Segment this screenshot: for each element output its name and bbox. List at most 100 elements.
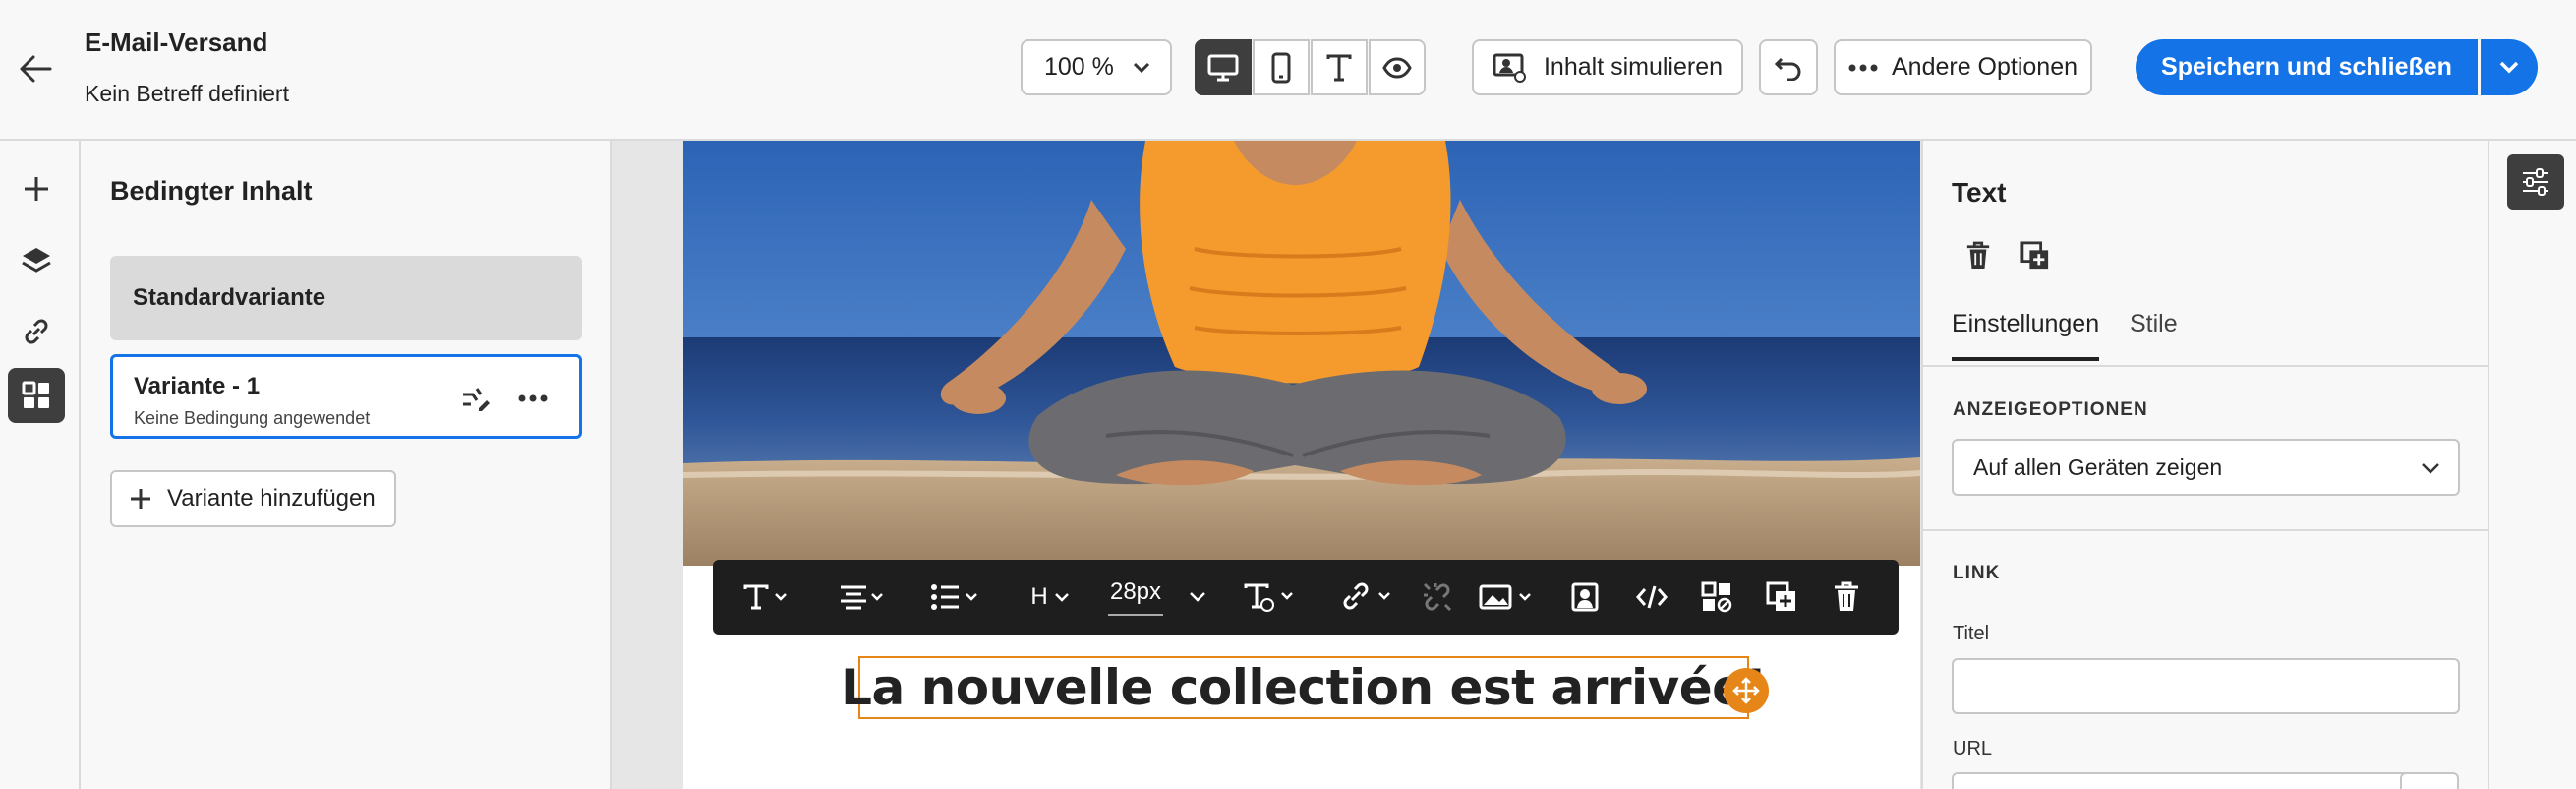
simulate-content-label: Inhalt simulieren: [1543, 53, 1724, 81]
page-subtitle: Kein Betreff definiert: [85, 81, 289, 106]
duplicate-icon: [1766, 581, 1795, 611]
unlink-icon: [1423, 582, 1452, 612]
more-horizontal-icon: [518, 394, 548, 402]
insert-link-button[interactable]: [1335, 560, 1398, 635]
trash-icon: [1966, 241, 1990, 269]
link-url-picker-button[interactable]: [2400, 772, 2459, 789]
heading-button[interactable]: H: [1024, 560, 1077, 635]
zoom-dropdown[interactable]: 100 %: [1021, 39, 1172, 95]
desktop-icon: [1207, 54, 1239, 81]
layers-icon: [22, 248, 51, 273]
conditional-block-button[interactable]: [1690, 560, 1743, 635]
code-button[interactable]: [1625, 560, 1678, 635]
align-button[interactable]: [831, 560, 894, 635]
zoom-value: 100 %: [1044, 53, 1114, 81]
simulate-content-button[interactable]: Inhalt simulieren: [1472, 39, 1743, 95]
duplicate-component-button[interactable]: [2016, 234, 2055, 277]
arrow-left-icon: [20, 55, 52, 83]
font-size-dropdown[interactable]: [1183, 560, 1212, 635]
text-color-button[interactable]: [1238, 560, 1301, 635]
back-button[interactable]: [14, 47, 57, 91]
more-horizontal-icon: [1848, 64, 1878, 71]
link-url-input[interactable]: [1952, 772, 2414, 789]
properties-toggle-button[interactable]: [2507, 154, 2564, 210]
link-icon: [25, 319, 48, 344]
tab-settings-label: Einstellungen: [1952, 310, 2100, 337]
app-header: E-Mail-Versand Kein Betreff definiert 10…: [0, 0, 2576, 141]
link-title-input[interactable]: [1952, 658, 2460, 714]
variant-more-button[interactable]: [511, 379, 555, 418]
mobile-view-button[interactable]: [1253, 39, 1310, 95]
save-close-label: Speichern und schließen: [2161, 53, 2452, 81]
headline-text-block[interactable]: La nouvelle collection est arrivée!: [841, 656, 1767, 719]
chevron-down-icon: [2422, 463, 2439, 474]
personalization-icon: [1571, 582, 1599, 612]
add-variant-button[interactable]: Variante hinzufügen: [110, 470, 396, 527]
text-color-icon: [1244, 583, 1293, 612]
delete-component-button[interactable]: [1959, 234, 1998, 277]
text-style-button[interactable]: [734, 560, 797, 635]
conditional-content-button[interactable]: [8, 368, 65, 423]
email-body: H 28px La nouvelle collection est arrivé…: [683, 141, 1920, 789]
edit-condition-icon: [463, 388, 490, 411]
grid-icon: [22, 381, 49, 408]
plus-icon: [25, 177, 48, 201]
link-url-label: URL: [1953, 738, 1993, 759]
display-options-dropdown[interactable]: Auf allen Geräten zeigen: [1952, 439, 2460, 496]
link-icon: [1343, 582, 1390, 610]
chevron-down-icon: [1133, 62, 1150, 74]
properties-panel: Text Einstellungen Stile ANZEIGEOPTIONEN…: [1921, 141, 2488, 789]
tab-settings[interactable]: Einstellungen: [1952, 310, 2100, 361]
page-title: E-Mail-Versand: [85, 28, 268, 57]
preview-button[interactable]: [1369, 39, 1426, 95]
list-button[interactable]: [924, 560, 987, 635]
text-view-button[interactable]: [1311, 39, 1368, 95]
mobile-icon: [1271, 52, 1291, 83]
headline-text: La nouvelle collection est arrivée!: [841, 659, 1767, 716]
layers-button[interactable]: [8, 233, 65, 288]
default-variant-label: Standardvariante: [133, 284, 326, 311]
sliders-icon: [2523, 168, 2548, 196]
duplicate-button[interactable]: [1755, 560, 1808, 635]
more-options-button[interactable]: Andere Optionen: [1834, 39, 2092, 95]
personalization-button[interactable]: [1558, 560, 1611, 635]
variant-condition: Keine Bedingung angewendet: [134, 408, 371, 428]
plus-icon: [131, 489, 150, 509]
simulate-icon: [1493, 53, 1526, 83]
hero-image[interactable]: [683, 141, 1920, 566]
editor-canvas: H 28px La nouvelle collection est arrivé…: [612, 141, 1921, 789]
right-toolbar: [2488, 141, 2576, 789]
eye-icon: [1382, 56, 1412, 79]
variant-name: Variante - 1: [134, 373, 261, 399]
delete-button[interactable]: [1820, 560, 1873, 635]
section-divider: [1923, 529, 2488, 531]
links-button[interactable]: [8, 304, 65, 359]
font-size-value: 28px: [1107, 578, 1164, 616]
add-components-button[interactable]: [8, 161, 65, 216]
link-title-label: Titel: [1953, 623, 1990, 644]
conditional-icon: [1701, 581, 1732, 613]
variant-item[interactable]: Variante - 1 Keine Bedingung angewendet: [110, 354, 582, 439]
chevron-down-icon: [1190, 592, 1205, 602]
save-options-button[interactable]: [2481, 39, 2538, 95]
add-variant-label: Variante hinzufügen: [167, 485, 376, 512]
font-size-field[interactable]: 28px: [1091, 560, 1180, 635]
save-close-button[interactable]: Speichern und schließen: [2136, 39, 2478, 95]
edit-condition-button[interactable]: [457, 379, 497, 418]
text-style-icon: [743, 584, 787, 610]
chevron-down-icon: [2499, 61, 2519, 74]
heading-label: H: [1030, 583, 1048, 610]
duplicate-icon: [2020, 241, 2049, 270]
tabs-divider: [1923, 365, 2488, 367]
undo-button[interactable]: [1759, 39, 1818, 95]
move-handle[interactable]: [1724, 668, 1769, 713]
chevron-down-icon: [1054, 593, 1069, 602]
default-variant-item[interactable]: Standardvariante: [110, 256, 582, 340]
remove-link-button[interactable]: [1406, 560, 1469, 635]
undo-icon: [1774, 57, 1801, 81]
insert-image-button[interactable]: [1473, 560, 1542, 635]
desktop-view-button[interactable]: [1195, 39, 1252, 95]
text-icon: [1326, 54, 1352, 81]
more-options-label: Andere Optionen: [1891, 53, 2078, 81]
tab-styles[interactable]: Stile: [2130, 310, 2178, 338]
